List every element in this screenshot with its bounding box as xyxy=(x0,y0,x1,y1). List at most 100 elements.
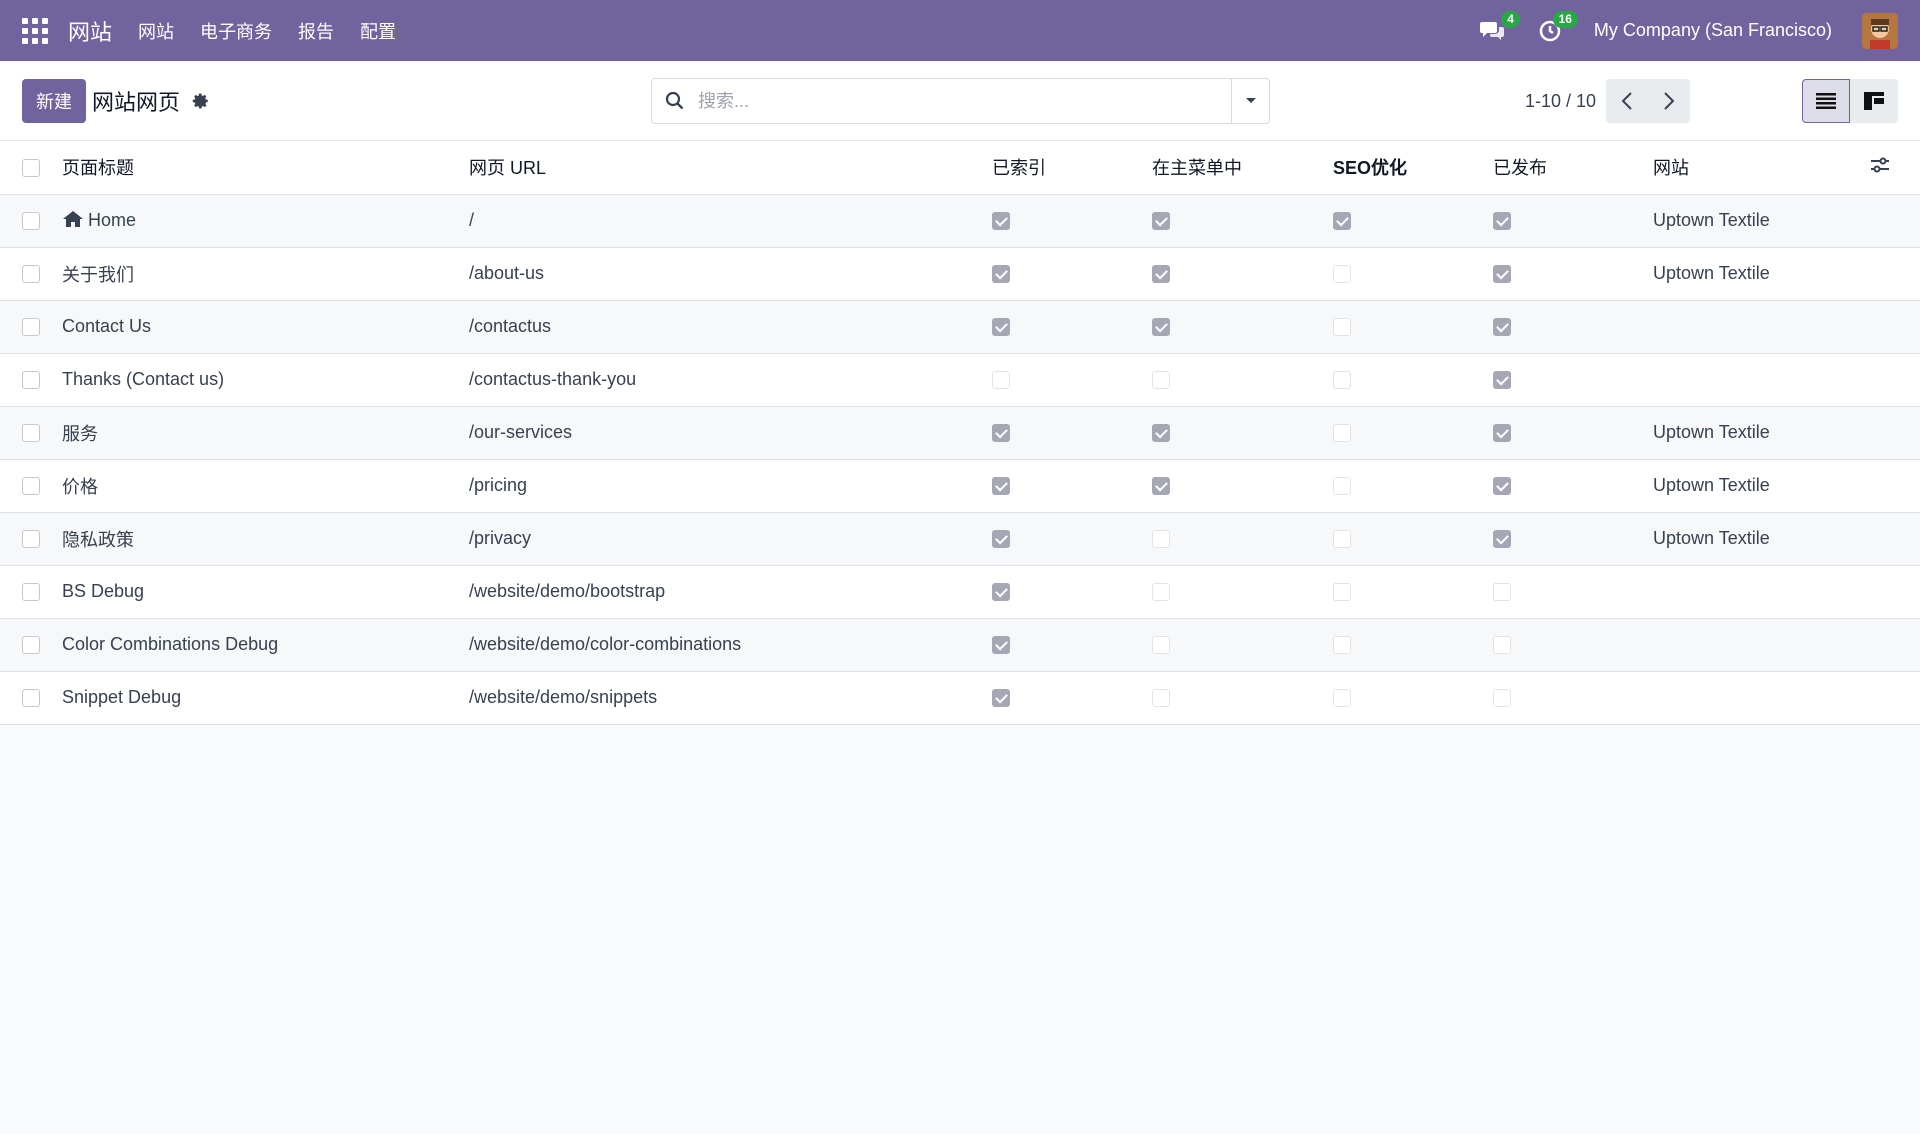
seo-checkbox xyxy=(1333,583,1351,602)
pages-table: 页面标题 网页 URL 已索引 在主菜单中 SEO优化 已发布 网站 Home /… xyxy=(0,141,1920,725)
row-select-checkbox[interactable] xyxy=(22,318,40,337)
table-row[interactable]: 价格/pricing Uptown Textile xyxy=(0,459,1920,512)
indexed-checkbox xyxy=(992,689,1010,708)
cell-url[interactable]: /contactus xyxy=(469,300,992,353)
in-menu-checkbox xyxy=(1152,583,1170,602)
in-menu-checkbox xyxy=(1152,318,1170,337)
avatar[interactable] xyxy=(1862,12,1898,49)
table-row[interactable]: Contact Us/contactus xyxy=(0,300,1920,353)
kanban-view-button[interactable] xyxy=(1850,79,1898,123)
app-brand[interactable]: 网站 xyxy=(68,15,112,47)
row-select-checkbox[interactable] xyxy=(22,265,40,284)
cell-page-title[interactable]: 价格 xyxy=(62,459,469,512)
cell-page-title[interactable]: 隐私政策 xyxy=(62,512,469,565)
row-select-checkbox[interactable] xyxy=(22,371,40,390)
cell-website[interactable] xyxy=(1653,300,1870,353)
cell-page-title[interactable]: 关于我们 xyxy=(62,247,469,300)
cell-website[interactable]: Uptown Textile xyxy=(1653,406,1870,459)
search-input[interactable] xyxy=(698,90,1231,112)
menu-item-reports[interactable]: 报告 xyxy=(298,18,334,44)
header-seo[interactable]: SEO优化 xyxy=(1333,141,1493,195)
top-navbar: 网站 网站 电子商务 报告 配置 4 16 My Company (San Fr… xyxy=(0,0,1920,61)
column-options-icon[interactable] xyxy=(1870,156,1890,174)
table-row[interactable]: Thanks (Contact us) /contactus-thank-you xyxy=(0,353,1920,406)
header-published[interactable]: 已发布 xyxy=(1493,141,1653,195)
cell-website[interactable] xyxy=(1653,671,1870,724)
row-select-checkbox[interactable] xyxy=(22,424,40,443)
gear-icon[interactable] xyxy=(192,92,210,110)
cell-page-title[interactable]: BS Debug xyxy=(62,565,469,618)
row-select-checkbox[interactable] xyxy=(22,583,40,602)
pager-previous-button[interactable] xyxy=(1606,79,1648,123)
cell-website[interactable] xyxy=(1653,565,1870,618)
header-indexed[interactable]: 已索引 xyxy=(992,141,1152,195)
cell-page-title[interactable]: Thanks (Contact us) xyxy=(62,353,469,406)
seo-checkbox xyxy=(1333,424,1351,443)
table-row[interactable]: 服务/our-services Uptown Textile xyxy=(0,406,1920,459)
row-select-checkbox[interactable] xyxy=(22,636,40,655)
page-title-text: Color Combinations Debug xyxy=(62,634,279,654)
apps-menu-icon[interactable] xyxy=(22,17,48,44)
indexed-checkbox xyxy=(992,530,1010,549)
cell-url[interactable]: /pricing xyxy=(469,459,992,512)
menu-item-config[interactable]: 配置 xyxy=(360,18,396,44)
menu-item-website[interactable]: 网站 xyxy=(138,18,174,44)
cell-website[interactable] xyxy=(1653,353,1870,406)
cell-website[interactable]: Uptown Textile xyxy=(1653,459,1870,512)
cell-url[interactable]: /our-services xyxy=(469,406,992,459)
row-select-checkbox[interactable] xyxy=(22,477,40,496)
published-checkbox xyxy=(1493,318,1511,337)
new-button[interactable]: 新建 xyxy=(22,78,86,123)
row-select-checkbox[interactable] xyxy=(22,530,40,549)
cell-url[interactable]: /about-us xyxy=(469,247,992,300)
page-title-text: Contact Us xyxy=(62,316,152,336)
cell-url[interactable]: /privacy xyxy=(469,512,992,565)
cell-url[interactable]: /contactus-thank-you xyxy=(469,353,992,406)
list-view-button[interactable] xyxy=(1802,79,1850,123)
cell-url[interactable]: /website/demo/snippets xyxy=(469,671,992,724)
table-row[interactable]: Snippet Debug/website/demo/snippets xyxy=(0,671,1920,724)
cell-url[interactable]: /website/demo/color-combinations xyxy=(469,618,992,671)
cell-page-title[interactable]: Snippet Debug xyxy=(62,671,469,724)
search-options-toggle[interactable] xyxy=(1231,79,1269,123)
header-in-menu[interactable]: 在主菜单中 xyxy=(1152,141,1333,195)
menu-item-ecommerce[interactable]: 电子商务 xyxy=(200,18,272,44)
published-checkbox xyxy=(1493,689,1511,708)
table-row[interactable]: Color Combinations Debug/website/demo/co… xyxy=(0,618,1920,671)
cell-url[interactable]: /website/demo/bootstrap xyxy=(469,565,992,618)
header-url[interactable]: 网页 URL xyxy=(469,141,992,195)
pager-value[interactable]: 1-10 / 10 xyxy=(1525,91,1596,112)
control-panel: 新建 网站网页 1-10 / 10 xyxy=(0,61,1920,141)
cell-website[interactable]: Uptown Textile xyxy=(1653,194,1870,247)
in-menu-checkbox xyxy=(1152,265,1170,284)
in-menu-checkbox xyxy=(1152,636,1170,655)
table-row[interactable]: 关于我们/about-us Uptown Textile xyxy=(0,247,1920,300)
cell-url[interactable]: / xyxy=(469,194,992,247)
cell-website[interactable]: Uptown Textile xyxy=(1653,512,1870,565)
page-title-text: Home xyxy=(88,210,137,230)
cell-page-title[interactable]: Contact Us xyxy=(62,300,469,353)
table-row[interactable]: 隐私政策/privacy Uptown Textile xyxy=(0,512,1920,565)
cell-page-title[interactable]: Home xyxy=(62,194,469,247)
table-row[interactable]: Home / Uptown Textile xyxy=(0,194,1920,247)
row-select-checkbox[interactable] xyxy=(22,689,40,708)
select-all-checkbox[interactable] xyxy=(22,159,40,177)
table-header-row: 页面标题 网页 URL 已索引 在主菜单中 SEO优化 已发布 网站 xyxy=(0,141,1920,195)
home-icon xyxy=(63,211,83,227)
cell-website[interactable] xyxy=(1653,618,1870,671)
header-website[interactable]: 网站 xyxy=(1653,141,1870,195)
indexed-checkbox xyxy=(992,477,1010,496)
pager-next-button[interactable] xyxy=(1648,79,1690,123)
cell-website[interactable]: Uptown Textile xyxy=(1653,247,1870,300)
table-row[interactable]: BS Debug/website/demo/bootstrap xyxy=(0,565,1920,618)
company-switcher[interactable]: My Company (San Francisco) xyxy=(1594,20,1832,41)
activities-button[interactable]: 16 xyxy=(1536,10,1578,45)
in-menu-checkbox xyxy=(1152,212,1170,231)
seo-checkbox xyxy=(1333,689,1351,708)
cell-page-title[interactable]: Color Combinations Debug xyxy=(62,618,469,671)
cell-page-title[interactable]: 服务 xyxy=(62,406,469,459)
row-select-checkbox[interactable] xyxy=(22,212,40,231)
messages-button[interactable]: 4 xyxy=(1478,10,1520,45)
header-page-title[interactable]: 页面标题 xyxy=(62,141,469,195)
in-menu-checkbox xyxy=(1152,689,1170,708)
